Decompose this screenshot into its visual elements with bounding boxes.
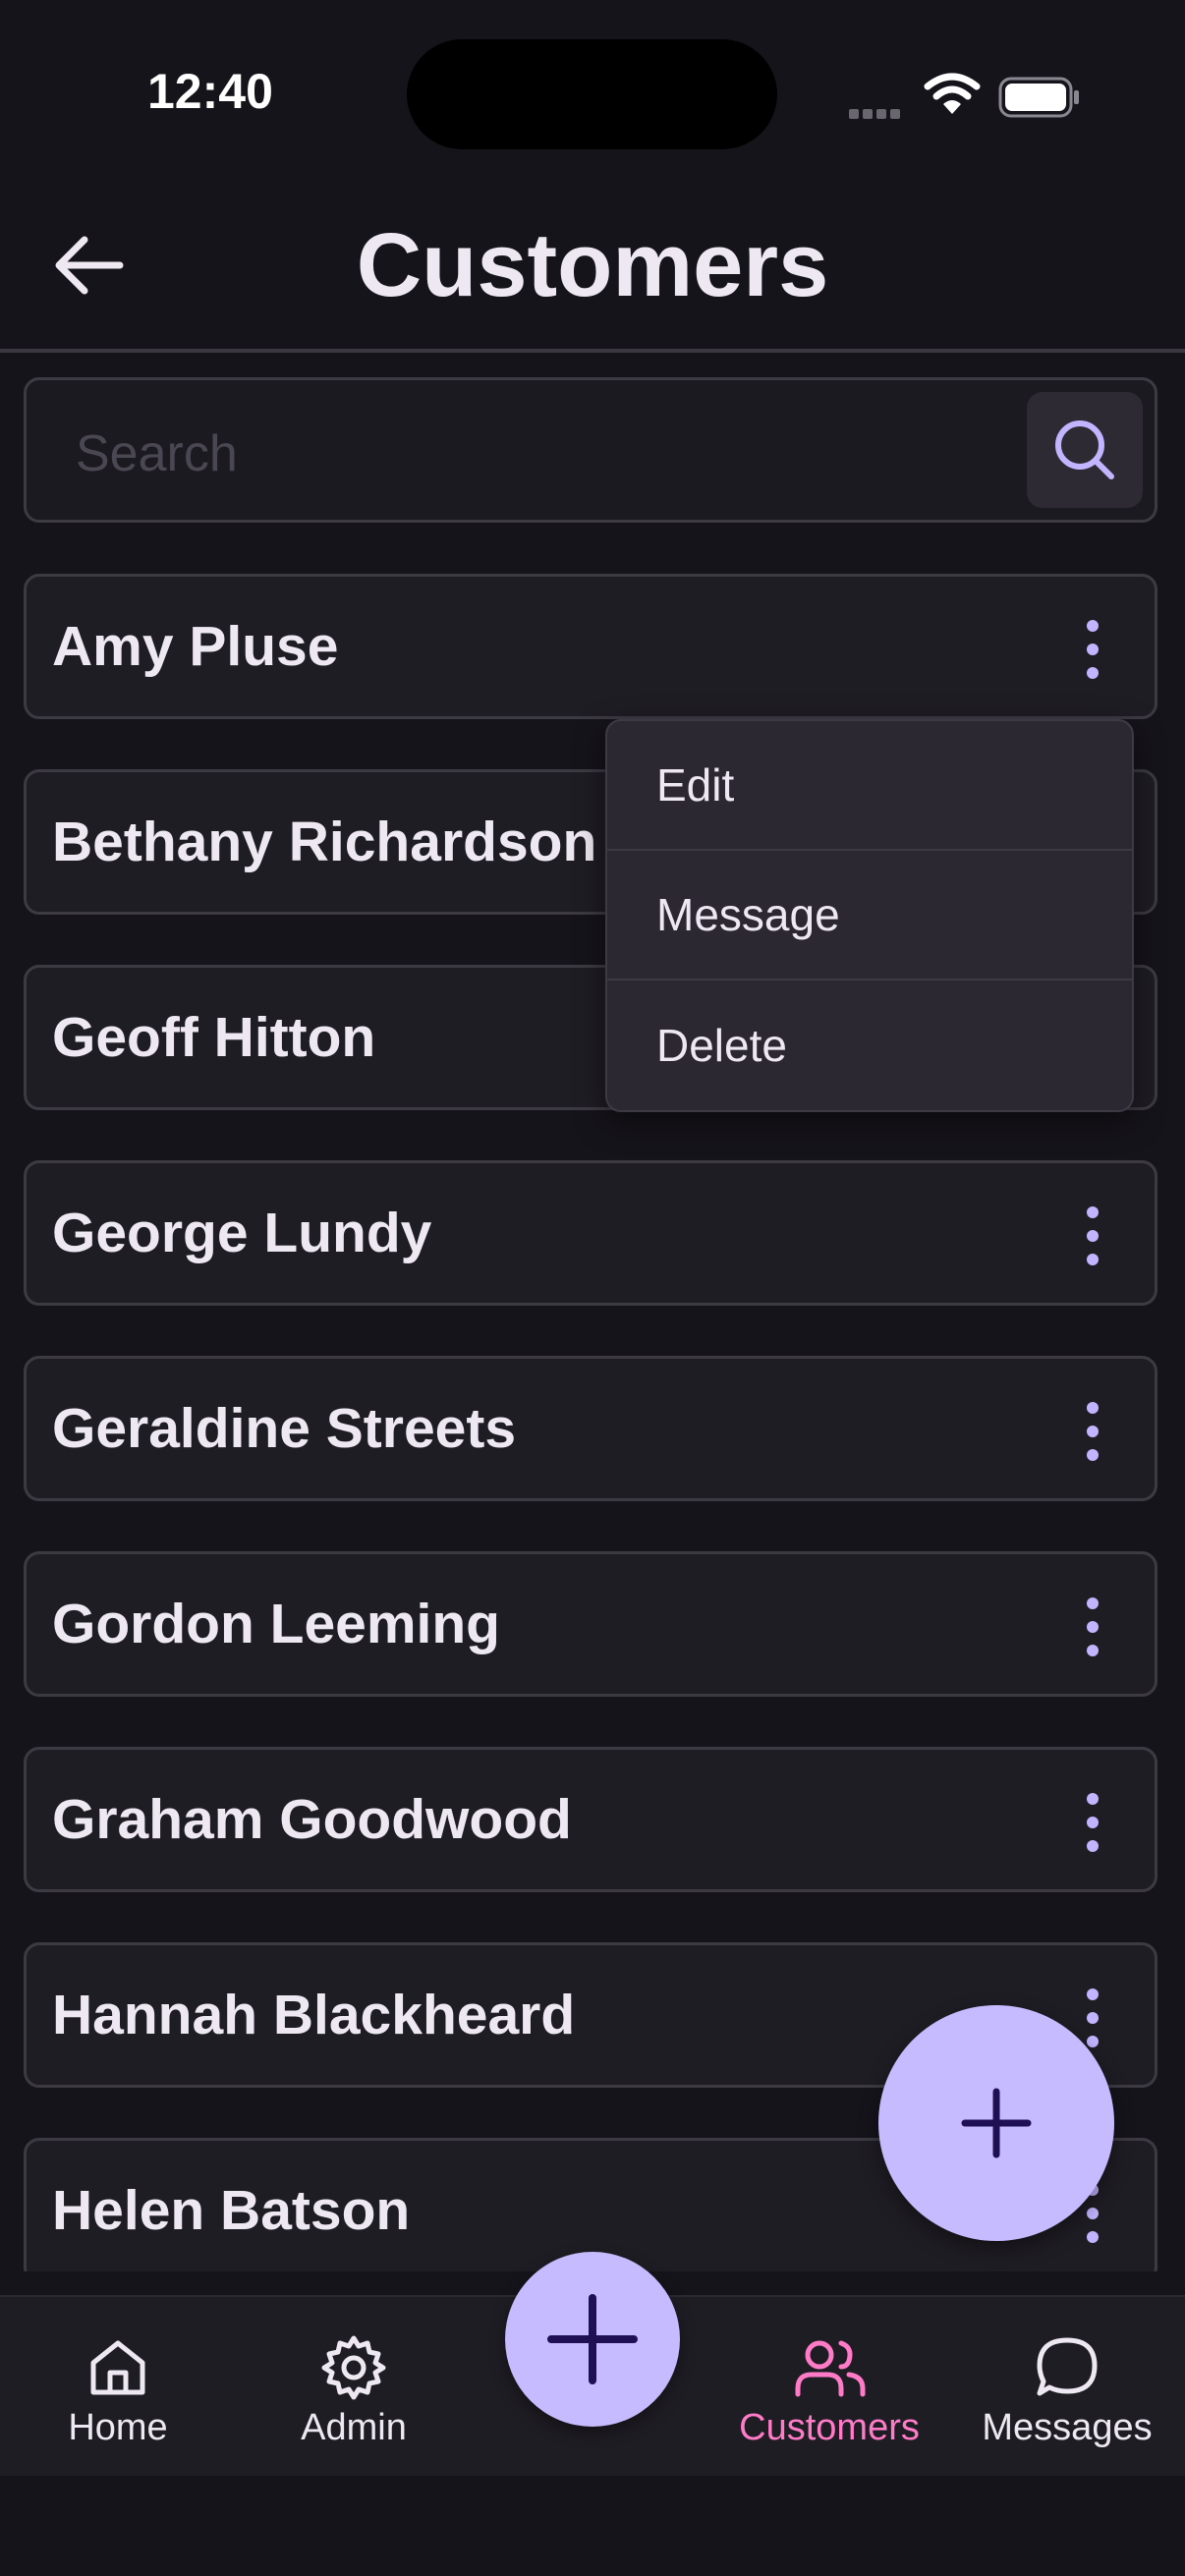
signal-icon xyxy=(849,104,904,123)
home-indicator-area xyxy=(0,2476,1185,2576)
context-menu: Edit Message Delete xyxy=(605,719,1134,1112)
nav-item-messages[interactable]: Messages xyxy=(959,2328,1175,2466)
chat-bubble-icon xyxy=(1037,2337,1098,2396)
wifi-icon xyxy=(924,73,981,120)
customer-name: Geraldine Streets xyxy=(52,1397,517,1460)
center-add-button[interactable] xyxy=(505,2252,680,2427)
customer-row[interactable]: George Lundy xyxy=(24,1160,1157,1306)
customer-name: George Lundy xyxy=(52,1202,432,1264)
nav-label: Admin xyxy=(301,2407,407,2448)
gear-icon xyxy=(321,2335,386,2400)
more-vertical-icon[interactable] xyxy=(1078,1793,1107,1852)
customer-name: Bethany Richardson xyxy=(52,811,597,873)
menu-item-edit[interactable]: Edit xyxy=(607,721,1132,851)
plus-icon xyxy=(547,2294,638,2384)
status-time: 12:40 xyxy=(147,64,273,119)
menu-item-delete[interactable]: Delete xyxy=(607,980,1132,1110)
home-icon xyxy=(90,2340,145,2395)
dynamic-island xyxy=(407,39,777,149)
app-header: Customers xyxy=(0,187,1185,353)
search-box xyxy=(24,377,1157,523)
customer-name: Helen Batson xyxy=(52,2179,411,2242)
nav-item-admin[interactable]: Admin xyxy=(246,2328,462,2466)
customer-name: Graham Goodwood xyxy=(52,1788,572,1851)
customer-row[interactable]: Geraldine Streets xyxy=(24,1356,1157,1501)
more-vertical-icon[interactable] xyxy=(1078,1402,1107,1461)
users-icon xyxy=(795,2340,866,2397)
customer-row[interactable]: Graham Goodwood xyxy=(24,1747,1157,1892)
nav-item-customers[interactable]: Customers xyxy=(721,2328,937,2466)
nav-label: Home xyxy=(68,2407,168,2448)
status-bar: 12:40 xyxy=(0,0,1185,187)
menu-item-message[interactable]: Message xyxy=(607,851,1132,980)
customer-name: Hannah Blackheard xyxy=(52,1984,576,2046)
add-customer-button[interactable] xyxy=(878,2005,1114,2241)
customer-row[interactable]: Amy Pluse xyxy=(24,574,1157,719)
battery-icon xyxy=(998,77,1081,122)
customer-name: Amy Pluse xyxy=(52,615,339,678)
nav-label: Messages xyxy=(982,2407,1153,2448)
customer-name: Geoff Hitton xyxy=(52,1006,376,1069)
plus-icon xyxy=(961,2088,1032,2158)
nav-label: Customers xyxy=(739,2407,920,2448)
customer-name: Gordon Leeming xyxy=(52,1593,500,1655)
customer-row[interactable]: Gordon Leeming xyxy=(24,1551,1157,1697)
more-vertical-icon[interactable] xyxy=(1078,1988,1107,2047)
more-vertical-icon[interactable] xyxy=(1078,1206,1107,1265)
search-button[interactable] xyxy=(1027,392,1143,508)
more-vertical-icon[interactable] xyxy=(1078,620,1107,679)
search-icon xyxy=(1055,420,1114,479)
more-vertical-icon[interactable] xyxy=(1078,1597,1107,1656)
search-input[interactable] xyxy=(74,414,1011,494)
nav-item-home[interactable]: Home xyxy=(10,2328,226,2466)
page-title: Customers xyxy=(356,215,829,315)
